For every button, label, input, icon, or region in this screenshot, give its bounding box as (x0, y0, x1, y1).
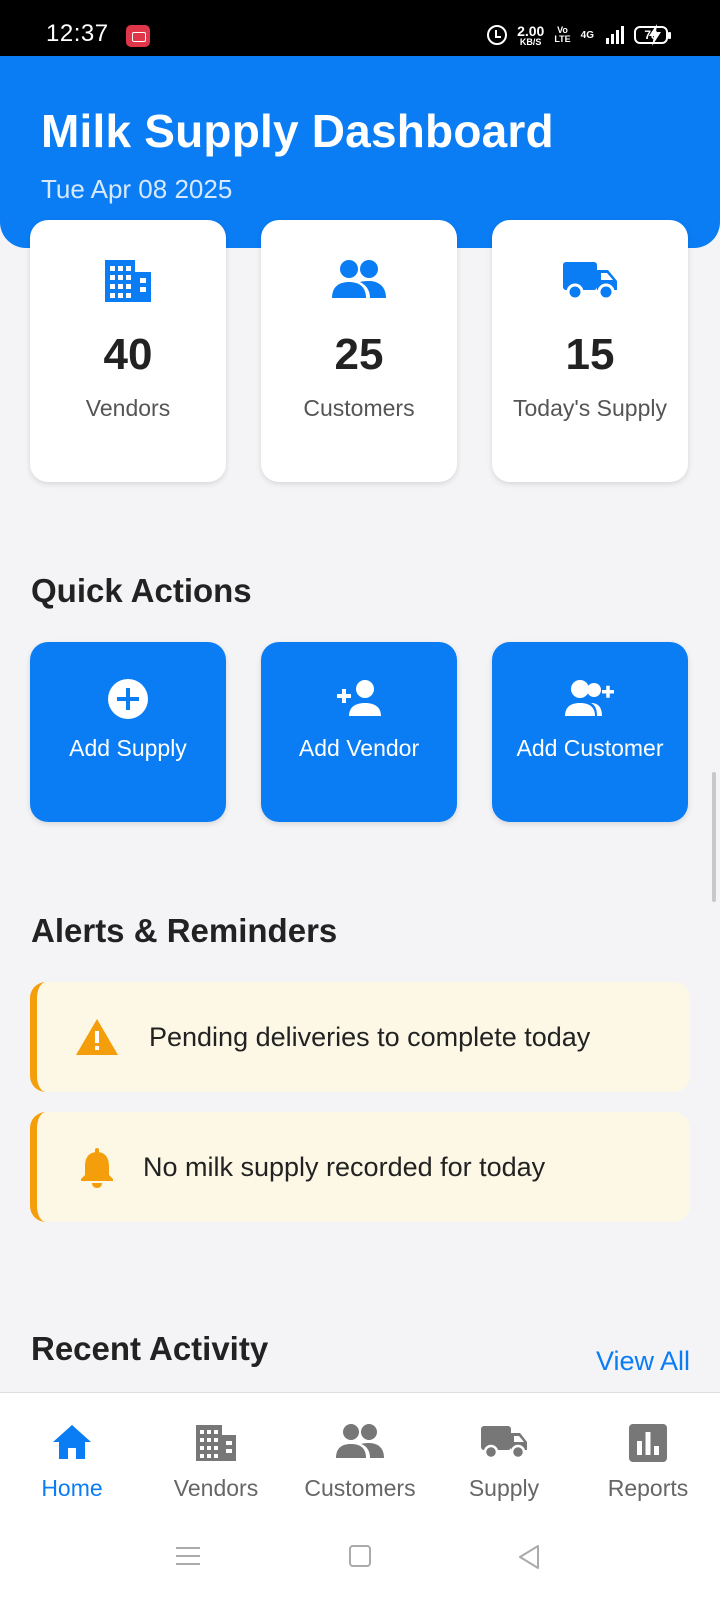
nav-item-supply[interactable]: Supply (432, 1393, 576, 1521)
charging-icon (649, 24, 661, 46)
network-speed-value: 2.00 (517, 22, 545, 39)
alert-pending-deliveries[interactable]: Pending deliveries to complete today (30, 982, 690, 1092)
vendors-count: 40 (103, 330, 153, 379)
signal-icon (606, 26, 624, 44)
recent-activity-title: Recent Activity (31, 1330, 269, 1367)
nav-label-reports: Reports (607, 1475, 689, 1501)
alert-text: No milk supply recorded for today (143, 1151, 546, 1182)
add-customer-button[interactable]: Add Customer (492, 642, 688, 822)
stat-card-todays-supply[interactable]: 15 Today's Supply (492, 220, 688, 482)
nav-item-vendors[interactable]: Vendors (144, 1393, 288, 1521)
warning-icon (73, 1013, 121, 1061)
add-customer-label: Add Customer (516, 735, 664, 761)
nav-item-customers[interactable]: Customers (288, 1393, 432, 1521)
add-supply-button[interactable]: Add Supply (30, 642, 226, 822)
nav-label-supply: Supply (468, 1475, 540, 1501)
nav-label-customers: Customers (304, 1475, 416, 1501)
home-icon (0, 1423, 144, 1463)
status-indicators: 2.00 KB/S Vo LTE 4G 78 (487, 20, 671, 50)
nav-item-reports[interactable]: Reports (576, 1393, 720, 1521)
back-icon[interactable] (516, 1544, 542, 1570)
people-add-icon (492, 678, 688, 718)
building-icon (30, 258, 226, 306)
nav-item-home[interactable]: Home (0, 1393, 144, 1521)
volte-indicator: Vo LTE (554, 26, 570, 44)
alert-no-supply[interactable]: No milk supply recorded for today (30, 1112, 690, 1222)
plus-circle-icon (30, 678, 226, 719)
page-title: Milk Supply Dashboard (41, 105, 554, 157)
status-bar: 12:37 2.00 KB/S Vo LTE 4G 78 (0, 0, 720, 56)
status-time: 12:37 (46, 20, 109, 47)
stat-card-customers[interactable]: 25 Customers (261, 220, 457, 482)
volte-bottom: LTE (554, 34, 571, 44)
system-navigation-bar (0, 1520, 720, 1600)
view-all-link[interactable]: View All (596, 1346, 690, 1377)
bell-icon (73, 1143, 121, 1191)
current-date: Tue Apr 08 2025 (41, 174, 233, 204)
todays-supply-label: Today's Supply (513, 395, 667, 421)
home-button-icon[interactable] (348, 1544, 372, 1568)
bottom-navigation: Home Vendors Customers Supply Reports (0, 1392, 720, 1520)
menu-icon[interactable] (174, 1544, 202, 1568)
stat-card-vendors[interactable]: 40 Vendors (30, 220, 226, 482)
nav-label-home: Home (41, 1475, 103, 1501)
network-speed-unit: KB/S (519, 36, 542, 47)
chart-icon (576, 1423, 720, 1463)
building-icon (144, 1423, 288, 1463)
network-speed: 2.00 KB/S (517, 24, 544, 47)
screen-record-icon (126, 25, 150, 47)
add-supply-label: Add Supply (69, 735, 187, 761)
scrollbar[interactable] (712, 772, 716, 902)
add-vendor-label: Add Vendor (298, 735, 420, 761)
alerts-title: Alerts & Reminders (31, 912, 338, 949)
truck-icon (492, 258, 688, 306)
quick-actions-title: Quick Actions (31, 572, 252, 609)
alarm-icon (487, 25, 508, 45)
network-type: 4G (580, 29, 594, 41)
person-add-icon (261, 678, 457, 718)
alert-text: Pending deliveries to complete today (149, 1021, 591, 1052)
nav-label-vendors: Vendors (173, 1475, 259, 1501)
add-vendor-button[interactable]: Add Vendor (261, 642, 457, 822)
vendors-label: Vendors (85, 395, 171, 421)
people-icon (261, 258, 457, 306)
customers-label: Customers (303, 395, 415, 421)
todays-supply-count: 15 (565, 330, 615, 379)
customers-count: 25 (334, 330, 384, 379)
people-icon (288, 1423, 432, 1463)
truck-icon (432, 1423, 576, 1463)
